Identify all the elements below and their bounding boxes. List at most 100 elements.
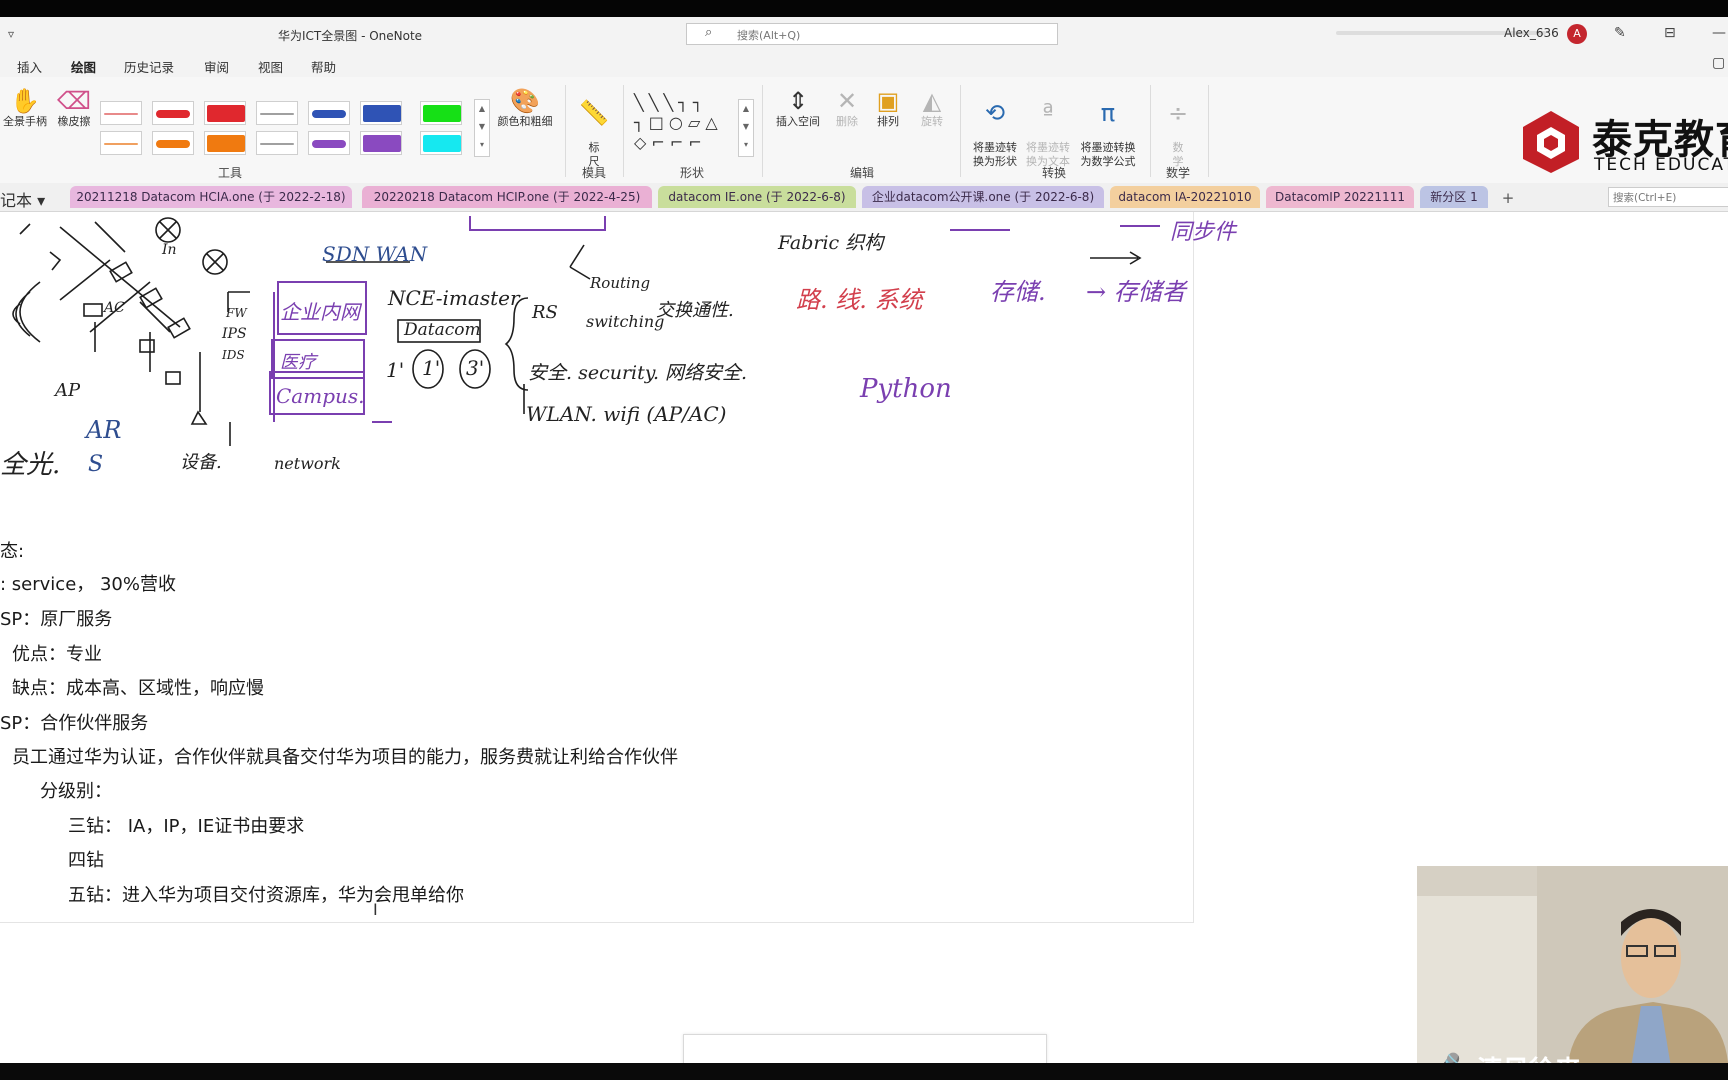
note-line[interactable]: 三钻： IA，IP，IE证书由要求: [68, 812, 304, 838]
ribbon-display-icon[interactable]: ⊟: [1664, 25, 1676, 41]
ink-network: network: [274, 454, 341, 473]
pen-swatch[interactable]: [152, 101, 194, 125]
note-line[interactable]: 优点：专业: [12, 640, 102, 666]
add-section-button[interactable]: +: [1496, 188, 1520, 208]
delete-icon: ✕: [836, 87, 858, 115]
section-tab-bar: 记本 ▾ 20211218 Datacom HCIA.one (于 2022-2…: [0, 183, 1728, 212]
pen-color: [156, 110, 190, 118]
pen-swatch[interactable]: [420, 131, 462, 155]
ink-to-math-button[interactable]: π 将墨迹转换 为数学公式: [1076, 85, 1140, 169]
presenter-name: 清风徐来: [1477, 1050, 1581, 1063]
section-tab-label: 新分区 1: [1430, 190, 1478, 204]
pen-color: [312, 110, 346, 118]
ribbon-tabs: 插入 绘图 历史记录 审阅 视图 帮助 ▢: [0, 51, 1728, 81]
ink-to-math-icon: π: [1100, 99, 1116, 127]
shapes-gallery-scroll[interactable]: ▲ ▼ ▾: [738, 99, 754, 157]
section-tab-active[interactable]: 新分区 1: [1420, 186, 1488, 208]
section-tab[interactable]: DatacomIP 20221111: [1266, 186, 1414, 208]
pen-color: [260, 113, 294, 115]
ink-in: In: [162, 242, 177, 258]
pen-color: [363, 105, 401, 122]
arrange-button[interactable]: ▣ 排列: [870, 87, 906, 129]
ink-to-text-button[interactable]: ª 将墨迹转 换为文本: [1022, 85, 1074, 169]
pen-swatch[interactable]: [308, 131, 350, 155]
note-line[interactable]: SP：原厂服务: [0, 605, 112, 631]
ink-qiye: 企业内网: [280, 300, 360, 324]
tab-review[interactable]: 审阅: [204, 57, 229, 76]
quick-access-toolbar[interactable]: ▿: [8, 27, 14, 41]
comments-icon[interactable]: ▢: [1712, 55, 1725, 71]
ink-to-shape-label: 将墨迹转 换为形状: [973, 141, 1017, 168]
ink-ac: AC: [104, 300, 125, 316]
note-line[interactable]: SP：合作伙伴服务: [0, 709, 148, 735]
pen-swatch[interactable]: [100, 131, 142, 155]
eraser-icon: ⌫: [57, 87, 91, 115]
delete-button[interactable]: ✕ 删除: [832, 87, 862, 129]
ink-to-shape-button[interactable]: ⟲ 将墨迹转 换为形状: [968, 85, 1022, 169]
ink-drawing: [12, 216, 1160, 446]
ink-cunchu: 存储.: [990, 278, 1046, 306]
pen-swatch[interactable]: [204, 131, 246, 155]
global-search-box[interactable]: ⌕ 搜索(Alt+Q): [686, 23, 1058, 45]
tab-view[interactable]: 视图: [258, 57, 283, 76]
tab-help[interactable]: 帮助: [311, 57, 336, 76]
muted-mic-icon: 🎤: [1431, 1052, 1461, 1063]
group-label-convert: 转换: [1042, 166, 1067, 180]
minimize-icon[interactable]: —: [1712, 25, 1726, 41]
shapes-gallery[interactable]: ╲ ╲ ╲ ┐ ┐ ┐ □ ○ ▱ △ ◇ ⌐ ⌐ ⌐: [634, 93, 734, 163]
section-tab[interactable]: 20211218 Datacom HCIA.one (于 2022-2-18): [70, 186, 352, 208]
pen-swatch[interactable]: [256, 101, 298, 125]
search-icon: ⌕: [705, 25, 713, 40]
pan-button[interactable]: ✋ 全景手柄: [0, 87, 50, 129]
window-title: 华为ICT全景图 - OneNote: [278, 29, 423, 43]
section-tab[interactable]: datacom IE.one (于 2022-6-8): [658, 186, 856, 208]
pen-swatch[interactable]: [360, 131, 402, 155]
section-tab[interactable]: datacom IA-20221010: [1110, 186, 1260, 208]
eraser-button[interactable]: ⌫ 橡皮擦: [52, 87, 96, 129]
ink-three-circled: 3': [466, 356, 485, 380]
pen-swatch[interactable]: [152, 131, 194, 155]
ink-jiaoyuan: 交换通性.: [656, 300, 734, 321]
group-label-math: 数学: [1166, 166, 1191, 180]
insert-space-button[interactable]: ⇕ 插入空间: [772, 87, 824, 129]
logo-text-en: TECH EDUCATION: [1594, 155, 1728, 175]
pen-gallery-scroll[interactable]: ▲ ▼ ▾: [474, 99, 490, 157]
note-line[interactable]: 四钻: [68, 846, 104, 872]
pen-swatch[interactable]: [100, 101, 142, 125]
note-line[interactable]: 态:: [0, 537, 24, 563]
color-thickness-button[interactable]: 🎨 颜色和粗细: [494, 87, 556, 129]
pen-color: [423, 105, 461, 122]
group-label-edit: 编辑: [850, 166, 875, 180]
pen-icon[interactable]: ✎: [1614, 25, 1626, 41]
notebook-selector[interactable]: 记本 ▾: [0, 187, 45, 211]
pen-swatch[interactable]: [256, 131, 298, 155]
pen-swatch[interactable]: [204, 101, 246, 125]
note-line[interactable]: : service， 30%营收: [0, 570, 176, 596]
pen-color: [260, 143, 294, 145]
tab-insert[interactable]: 插入: [17, 57, 42, 76]
screen-top-strip: [0, 0, 1728, 17]
pen-swatch[interactable]: [308, 101, 350, 125]
math-button[interactable]: ÷ 数 学: [1160, 85, 1196, 169]
user-name[interactable]: Alex_636: [1504, 26, 1559, 40]
ruler-button[interactable]: 📏 标 尺: [576, 85, 612, 169]
note-line[interactable]: 五钻：进入华为项目交付资源库，华为会甩单给你: [68, 881, 464, 907]
floating-toolbar[interactable]: [683, 1034, 1047, 1063]
section-tab[interactable]: 企业datacom公开课.one (于 2022-6-8): [862, 186, 1104, 208]
draw-ribbon: ✋ 全景手柄 ⌫ 橡皮擦 ▲ ▼ ▾ 🎨 颜色和粗细 工具 📏 标 尺 模具 ╲ ╲…: [0, 77, 1728, 184]
rotate-button[interactable]: ◭ 旋转: [914, 87, 950, 129]
pen-swatch[interactable]: [360, 101, 402, 125]
ink-top-right: 同步件: [1170, 220, 1237, 245]
note-line[interactable]: 分级别：: [40, 777, 112, 803]
avatar[interactable]: A: [1567, 24, 1587, 44]
pen-color: [207, 105, 245, 122]
tab-history[interactable]: 历史记录: [124, 57, 174, 76]
note-line[interactable]: 员工通过华为认证，合作伙伴就具备交付华为项目的能力，服务费就让利给合作伙伴: [12, 743, 678, 769]
section-tab[interactable]: 20220218 Datacom HCIP.one (于 2022-4-25): [362, 186, 652, 208]
note-line[interactable]: 缺点：成本高、区域性，响应慢: [12, 674, 264, 700]
palette-icon: 🎨: [510, 87, 540, 115]
page-search-input[interactable]: 搜索(Ctrl+E): [1608, 187, 1728, 207]
pen-swatch[interactable]: [420, 101, 462, 125]
ink-s: S: [88, 452, 104, 477]
pen-color: [104, 113, 138, 115]
